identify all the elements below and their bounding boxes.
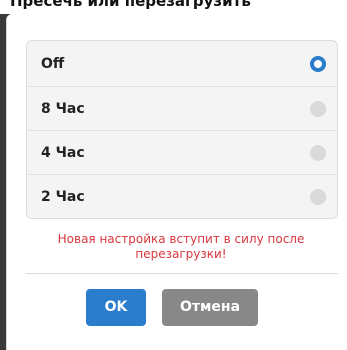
option-label: 2 Час	[41, 188, 85, 205]
option-off[interactable]: Off	[27, 41, 337, 86]
reboot-schedule-dialog: Off 8 Час 4 Час 2 Час Новая настройка вс…	[6, 14, 347, 350]
background-page-strip: Пресечь или перезагрузить	[0, 0, 347, 14]
radio-unselected-icon[interactable]	[310, 188, 326, 205]
option-list: Off 8 Час 4 Час 2 Час	[26, 40, 338, 219]
option-2-hours[interactable]: 2 Час	[27, 174, 337, 218]
radio-unselected-icon[interactable]	[310, 100, 326, 117]
ok-button[interactable]: OK	[86, 289, 146, 326]
reboot-warning-note: Новая настройка вступит в силу после пер…	[57, 232, 305, 261]
option-label: 8 Час	[41, 100, 85, 117]
cancel-button[interactable]: Отмена	[162, 289, 258, 326]
radio-unselected-icon[interactable]	[310, 144, 326, 161]
option-8-hours[interactable]: 8 Час	[27, 86, 337, 130]
background-title: Пресечь или перезагрузить	[10, 0, 251, 10]
radio-selected-icon[interactable]	[310, 55, 326, 72]
divider	[26, 273, 338, 274]
option-label: 4 Час	[41, 144, 85, 161]
option-4-hours[interactable]: 4 Час	[27, 130, 337, 174]
option-label: Off	[41, 55, 65, 72]
screen: Пресечь или перезагрузить Off 8 Час 4 Ча…	[0, 0, 347, 350]
